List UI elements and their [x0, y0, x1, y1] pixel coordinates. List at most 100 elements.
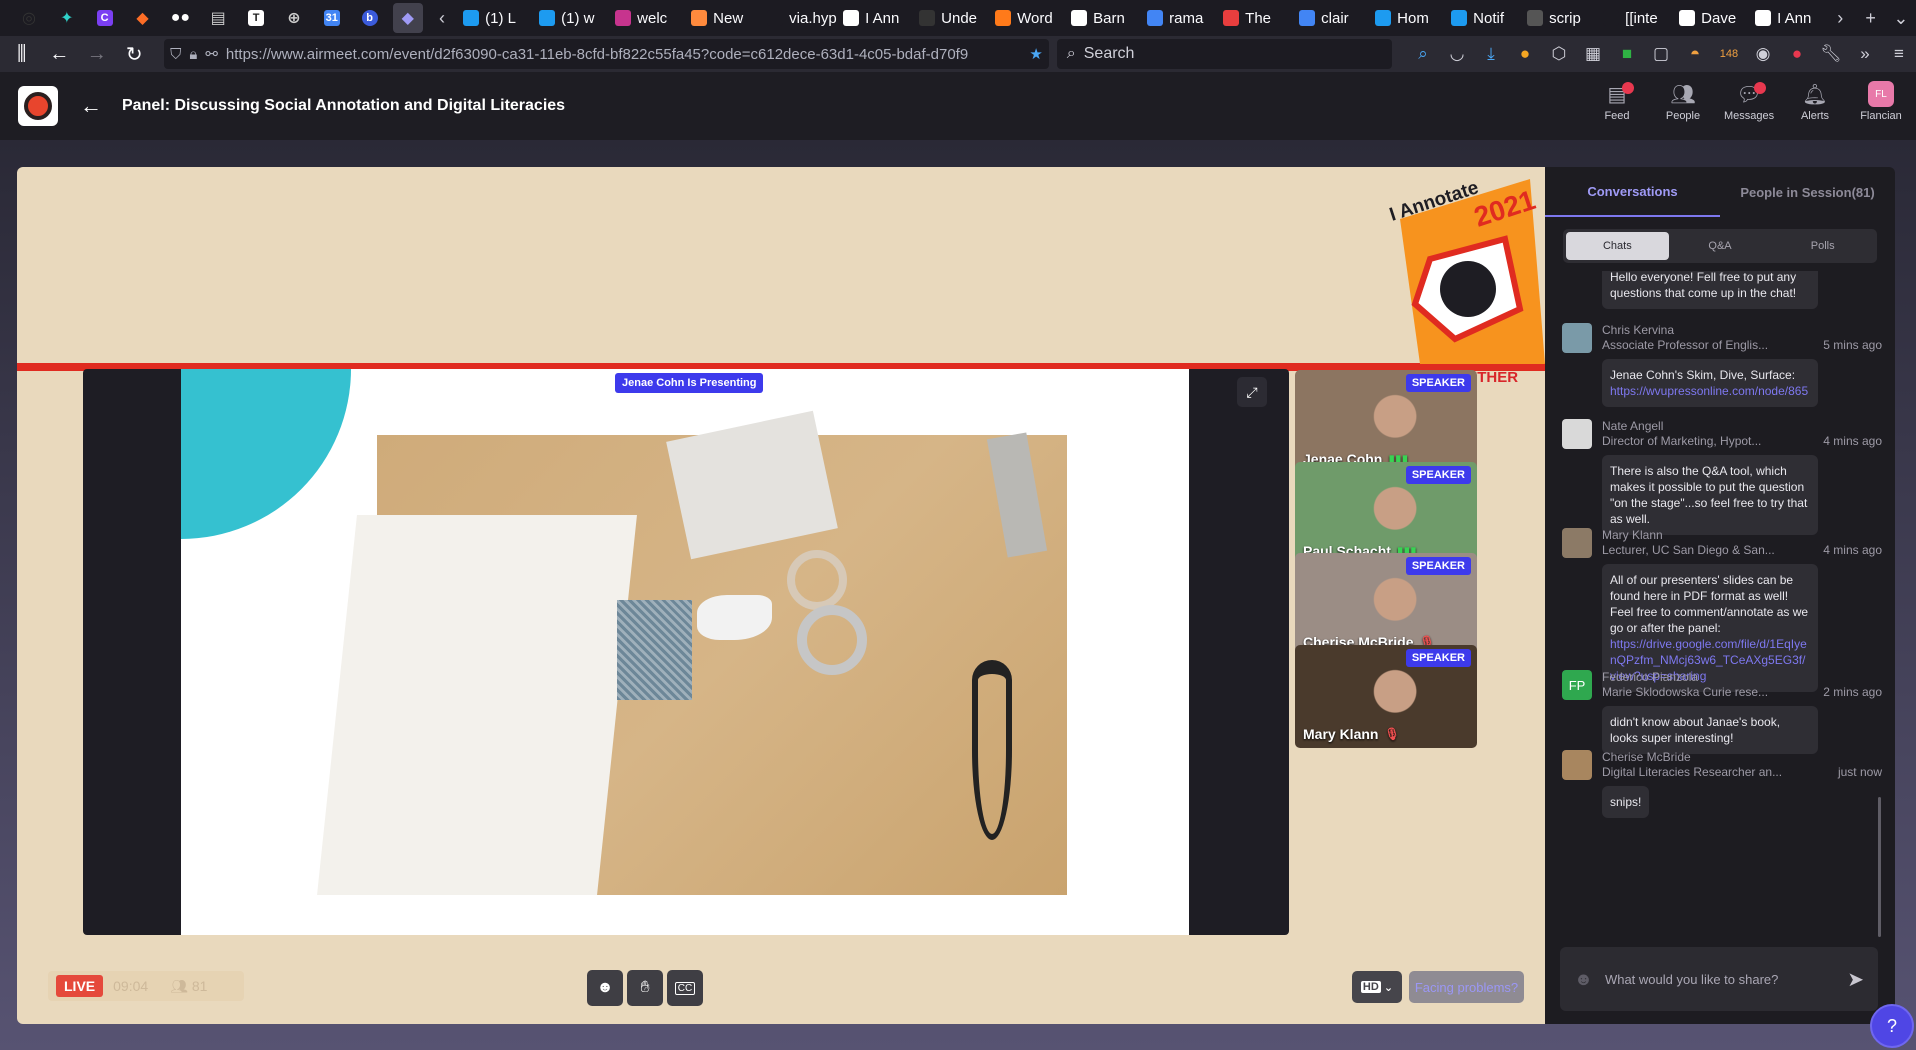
raise-hand-button[interactable]: ✋︎ [627, 970, 663, 1006]
url-text[interactable]: https://www.airmeet.com/event/d2f63090-c… [226, 46, 1021, 63]
cube-extension-icon[interactable]: ⬡ [1542, 39, 1576, 69]
url-bar[interactable]: ⛉ 🔒︎ ⚯ https://www.airmeet.com/event/d2f… [164, 39, 1049, 69]
sender-name[interactable]: Nate Angell [1602, 419, 1882, 434]
hypothesis-extension-icon[interactable]: ● [1508, 39, 1542, 69]
browser-tab[interactable]: Hom [1369, 0, 1445, 36]
browser-tab[interactable]: Barn [1065, 0, 1141, 36]
speaker-tile[interactable]: SPEAKER Cherise McBride 🎙︎ [1295, 553, 1477, 656]
tab-people-in-session[interactable]: People in Session(81) [1720, 167, 1895, 217]
avatar[interactable] [1562, 323, 1592, 353]
burger-extension-icon[interactable]: ◓ [1678, 39, 1712, 69]
send-icon[interactable]: ➤ [1847, 967, 1864, 992]
browser-tab[interactable]: scrip [1521, 0, 1597, 36]
browser-tab[interactable]: New [685, 0, 761, 36]
header-nav-people[interactable]: 👥︎ People [1660, 82, 1706, 123]
permissions-icon[interactable]: ⚯ [205, 45, 218, 63]
browser-tab[interactable]: I Ann [1749, 0, 1825, 36]
download-icon[interactable]: ⤓ [1474, 39, 1508, 69]
overflow-chevron-icon[interactable]: » [1848, 39, 1882, 69]
sender-name[interactable]: Mary Klann [1602, 528, 1882, 543]
quality-select-button[interactable]: HD ⌄ [1352, 971, 1402, 1003]
header-nav-feed[interactable]: ▤ Feed [1594, 82, 1640, 122]
avatar[interactable] [1562, 419, 1592, 449]
eye-extension-icon[interactable]: ◉ [1746, 39, 1780, 69]
presentation-video[interactable]: Jenae Cohn Is Presenting ⤢ [83, 369, 1289, 935]
speaker-tile[interactable]: SPEAKER Mary Klann 🎙︎ [1295, 645, 1477, 748]
browser-tab[interactable]: Word [989, 0, 1065, 36]
browser-tab[interactable]: (1) w [533, 0, 609, 36]
message-bubble: didn't know about Janae's book, looks su… [1602, 706, 1818, 754]
subtab-polls[interactable]: Polls [1771, 232, 1874, 260]
bookmark-star-icon[interactable]: ★ [1029, 45, 1042, 63]
browser-tab[interactable]: clair [1293, 0, 1369, 36]
avatar[interactable]: FP [1562, 670, 1592, 700]
closed-captions-button[interactable]: CC [667, 970, 703, 1006]
header-nav-messages[interactable]: 💬︎ Messages [1724, 82, 1774, 122]
fullscreen-expand-icon[interactable]: ⤢ [1237, 377, 1267, 407]
grid-extension-icon[interactable]: ▦ [1576, 39, 1610, 69]
pinned-tab-2[interactable]: ✦ [48, 0, 86, 36]
magnifier-extension-icon[interactable]: ⌕ [1406, 39, 1440, 69]
avatar[interactable] [1562, 750, 1592, 780]
tab-scroll-left-icon[interactable]: ‹ [427, 8, 457, 29]
browser-tab[interactable]: I Ann [837, 0, 913, 36]
pinned-tab-6[interactable]: ▤ [199, 0, 237, 36]
tab-conversations[interactable]: Conversations [1545, 167, 1720, 217]
library-icon[interactable]: ⫼ [6, 38, 38, 70]
browser-tab[interactable]: welc [609, 0, 685, 36]
browser-tab[interactable]: The [1217, 0, 1293, 36]
browser-tab[interactable]: rama [1141, 0, 1217, 36]
browser-tab[interactable]: (1) L [457, 0, 533, 36]
pinned-tab-calendar[interactable]: 31 [313, 0, 351, 36]
sender-name[interactable]: Cherise McBride [1602, 750, 1882, 765]
browser-tab[interactable]: Unde [913, 0, 989, 36]
pocket-icon[interactable]: ◡ [1440, 39, 1474, 69]
red-extension-icon[interactable]: ● [1780, 39, 1814, 69]
facing-problems-button[interactable]: Facing problems? [1409, 971, 1524, 1003]
browser-tab[interactable]: Notif [1445, 0, 1521, 36]
speaker-tile[interactable]: SPEAKER Jenae Cohn ▮▮▮ [1295, 370, 1477, 473]
pinned-tab-gitlab[interactable]: ◆ [124, 0, 162, 36]
browser-tab[interactable]: Dave [1673, 0, 1749, 36]
pinned-tab-globe[interactable]: ⊕ [275, 0, 313, 36]
forward-arrow-icon[interactable]: → [81, 38, 113, 70]
pinned-tab-7[interactable]: T [237, 0, 275, 36]
badge-extension-icon[interactable]: 148 [1712, 39, 1746, 69]
chat-input[interactable] [1604, 971, 1836, 987]
box-extension-icon[interactable]: ▢ [1644, 39, 1678, 69]
emoji-icon[interactable]: ☻ [1574, 969, 1593, 990]
subtab-chats[interactable]: Chats [1566, 232, 1669, 260]
sender-name[interactable]: Federico Pianzola [1602, 670, 1882, 685]
lock-icon[interactable]: 🔒︎ [189, 46, 197, 63]
new-tab-plus-icon[interactable]: + [1855, 8, 1885, 29]
search-bar[interactable]: ⌕ Search [1056, 39, 1392, 69]
pinned-tab-medium[interactable]: ●● [161, 0, 199, 36]
event-logo[interactable] [18, 86, 58, 126]
pinned-tab-b[interactable]: b [351, 0, 389, 36]
tab-list-chevron-icon[interactable]: ⌄ [1886, 8, 1916, 29]
menu-hamburger-icon[interactable]: ≡ [1882, 39, 1916, 69]
header-nav-bell[interactable]: 🔔︎ Alerts [1792, 82, 1838, 123]
pinned-tab-3[interactable]: C [86, 0, 124, 36]
browser-tab[interactable]: via.hyp [761, 0, 837, 36]
tab-scroll-right-icon[interactable]: › [1825, 8, 1855, 29]
green-extension-icon[interactable]: ■ [1610, 39, 1644, 69]
speaker-tile[interactable]: SPEAKER Paul Schacht ▮▮▮ [1295, 462, 1477, 565]
shield-icon[interactable]: ⛉ [170, 46, 181, 63]
help-button[interactable]: ? [1870, 1004, 1914, 1048]
wrench-icon[interactable]: 🔧︎ [1814, 39, 1848, 69]
emoji-reaction-button[interactable]: ☻ [587, 970, 623, 1006]
subtab-qa[interactable]: Q&A [1669, 232, 1772, 260]
message-link[interactable]: https://wvupressonline.com/node/865 [1610, 383, 1810, 399]
header-nav-avatar[interactable]: FL Flancian [1858, 81, 1904, 122]
sender-role: Director of Marketing, Hypot... [1602, 434, 1762, 448]
browser-tab[interactable]: [[inte [1597, 0, 1673, 36]
pinned-tab-airmeet-active[interactable]: ◆ [392, 3, 423, 33]
pinned-tab-1[interactable]: ◎ [10, 0, 48, 36]
reload-icon[interactable]: ↻ [119, 38, 151, 70]
sender-name[interactable]: Chris Kervina [1602, 323, 1882, 338]
chat-scrollbar[interactable] [1878, 797, 1881, 937]
avatar[interactable] [1562, 528, 1592, 558]
back-arrow-icon[interactable]: ← [80, 93, 102, 119]
back-arrow-icon[interactable]: ← [44, 38, 76, 70]
